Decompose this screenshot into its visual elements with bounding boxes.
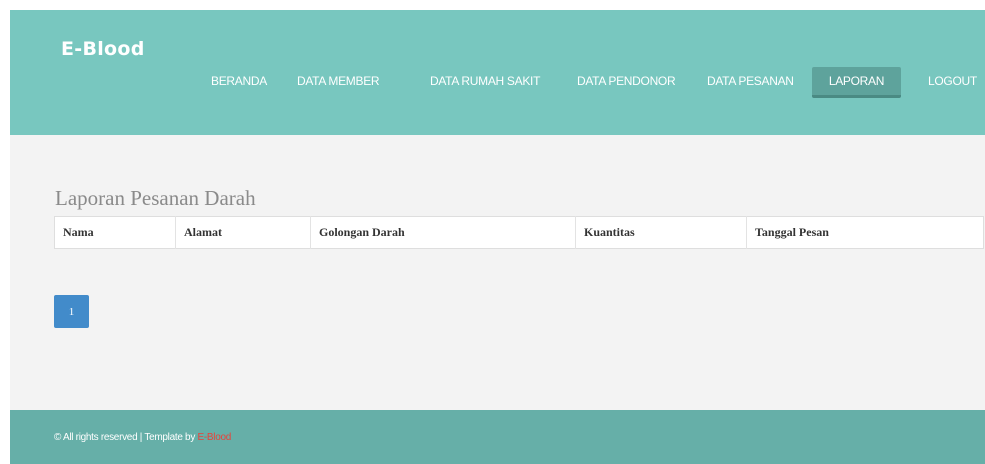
column-header-alamat: Alamat: [175, 216, 311, 249]
brand-logo[interactable]: E-Blood: [61, 38, 145, 60]
column-header-nama: Nama: [54, 216, 176, 249]
column-header-tanggal-pesan: Tanggal Pesan: [755, 225, 829, 239]
top-header: E-Blood BERANDA DATA MEMBER DATA RUMAH S…: [10, 10, 985, 135]
footer-copyright: © All rights reserved | Template by E-Bl…: [54, 432, 231, 443]
nav-item-data-member[interactable]: DATA MEMBER: [297, 67, 380, 95]
table-header-row: Nama Alamat Golongan Darah Kuantitas Tan…: [54, 216, 984, 249]
nav-item-logout[interactable]: LOGOUT: [928, 67, 977, 95]
page-title: Laporan Pesanan Darah: [55, 186, 256, 210]
pagination-page-1-button[interactable]: 1: [54, 295, 89, 328]
nav-item-beranda[interactable]: BERANDA: [211, 67, 267, 95]
main-content: Laporan Pesanan Darah Nama Alamat Golong…: [10, 135, 985, 410]
footer: © All rights reserved | Template by E-Bl…: [10, 410, 985, 464]
column-header-golongan-darah: Golongan Darah: [310, 216, 576, 249]
footer-template-link[interactable]: E-Blood: [198, 432, 232, 443]
nav-item-data-rumah-sakit[interactable]: DATA RUMAH SAKIT: [430, 67, 540, 95]
nav-item-data-pendonor[interactable]: DATA PENDONOR: [577, 67, 676, 95]
report-table: Nama Alamat Golongan Darah Kuantitas Tan…: [54, 216, 984, 249]
footer-copyright-text: © All rights reserved | Template by: [54, 432, 198, 443]
nav-item-data-pesanan[interactable]: DATA PESANAN: [707, 67, 794, 95]
nav-item-laporan[interactable]: LAPORAN: [812, 67, 901, 98]
column-header-kuantitas: Kuantitas: [575, 216, 747, 249]
